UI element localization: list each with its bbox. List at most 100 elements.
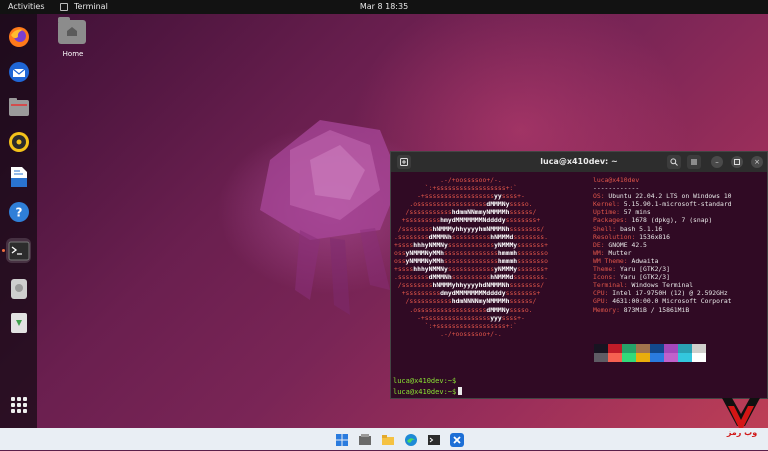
color-swatch xyxy=(650,344,664,353)
info-value: 57 mins xyxy=(619,208,651,217)
search-button[interactable] xyxy=(667,155,681,169)
info-row: OS: Ubuntu 22.04.2 LTS on Windows 10 xyxy=(593,192,732,200)
info-value: Yaru [GTK2/3] xyxy=(616,273,670,282)
info-key: Memory: xyxy=(593,305,620,314)
terminal-window[interactable]: luca@x410dev: ~ – × .-/+oossssoo+/-. `:+… xyxy=(390,151,768,399)
info-key: DE: xyxy=(593,240,605,249)
firefox-icon[interactable] xyxy=(6,24,31,49)
running-indicator xyxy=(2,249,5,252)
dock: ? xyxy=(0,14,37,428)
info-value: Yaru [GTK2/3] xyxy=(616,265,670,274)
color-swatch xyxy=(594,353,608,362)
ubuntu-ascii-logo: .-/+oossssoo+/-. `:+ssssssssssssssssss+:… xyxy=(394,176,548,338)
info-row: CPU: Intel i7-9750H (12) @ 2.592GHz xyxy=(593,289,732,297)
logo-line: -+sssssssssssssssssyyyssss+- xyxy=(394,313,525,322)
color-swatch xyxy=(692,353,706,362)
logo-line: .ossssssssssssssssssdMMMNysssso. xyxy=(394,200,533,209)
color-swatch xyxy=(692,344,706,353)
logo-line: ossyNMMMNyMMhsssssssssssssshmmmhssssssso xyxy=(394,256,548,265)
info-key: CPU: xyxy=(593,289,609,298)
home-folder[interactable]: Home xyxy=(58,17,88,62)
windows-start-icon[interactable] xyxy=(335,432,349,446)
logo-line: `:+ssssssssssssssssss+:` xyxy=(394,321,518,330)
svg-text:?: ? xyxy=(15,205,22,219)
watermark-text: وب رمز xyxy=(726,428,758,437)
help-icon[interactable]: ? xyxy=(6,199,31,224)
logo-line: +sssssssssdmydMMMMMMMMddddyssssssss+ xyxy=(394,289,541,298)
prompt-line-1: luca@x410dev:~$ xyxy=(393,377,456,385)
logo-line: .-/+oossssoo+/-. xyxy=(394,329,502,338)
explorer-icon[interactable] xyxy=(358,432,372,446)
color-swatch xyxy=(650,353,664,362)
info-row: WM Theme: Adwaita xyxy=(593,257,732,265)
info-value: GNOME 42.5 xyxy=(604,240,647,249)
info-value: Mutter xyxy=(604,248,632,257)
info-value: Adwaita xyxy=(627,256,659,265)
folder-icon[interactable] xyxy=(381,432,395,446)
color-swatch xyxy=(608,353,622,362)
swatch-row xyxy=(594,344,706,353)
logo-line: ossyNMMMNyMMhsssssssssssssshmmmhssssssso xyxy=(394,248,548,257)
info-value: Windows Terminal xyxy=(627,281,694,290)
clock[interactable]: Mar 8 18:35 xyxy=(0,2,768,11)
rhythmbox-icon[interactable] xyxy=(6,129,31,154)
info-value: Ubuntu 22.04.2 LTS on Windows 10 xyxy=(604,192,732,201)
terminal-icon[interactable] xyxy=(427,432,441,446)
terminal-titlebar[interactable]: luca@x410dev: ~ – × xyxy=(391,152,767,172)
info-value: 1536x816 xyxy=(635,232,670,241)
logo-line: /ssssssssssshdmmNNmmyNMMMMhssssss/ xyxy=(394,208,537,217)
close-button[interactable]: × xyxy=(751,156,763,168)
search-icon xyxy=(670,158,678,166)
logo-line: .-/+oossssoo+/-. xyxy=(394,176,502,184)
logo-line: /sssssssshNMMMyhhyyyyhmNMMMNhssssssss/ xyxy=(394,224,545,233)
prompt-text: luca@x410dev:~$ xyxy=(393,377,457,385)
info-row: Shell: bash 5.1.16 xyxy=(593,225,732,233)
logo-line: +ssssssssshmydMMMMMMMNddddyssssssss+ xyxy=(394,216,541,225)
hamburger-icon xyxy=(691,159,697,165)
prompt-text: luca@x410dev:~$ xyxy=(393,388,457,396)
info-value: bash 5.1.16 xyxy=(616,224,663,233)
disk-icon[interactable] xyxy=(6,276,31,301)
windows-taskbar xyxy=(0,428,768,450)
info-row: Terminal: Windows Terminal xyxy=(593,281,732,289)
info-key: WM: xyxy=(593,248,605,257)
color-swatch xyxy=(636,344,650,353)
trash-icon[interactable] xyxy=(6,310,31,335)
files-icon[interactable] xyxy=(6,94,31,119)
terminal-output[interactable]: .-/+oossssoo+/-. `:+ssssssssssssssssss+:… xyxy=(391,172,767,398)
writer-icon[interactable] xyxy=(6,164,31,189)
info-value: 873MiB / 15861MiB xyxy=(619,305,690,314)
info-key: Shell: xyxy=(593,224,617,233)
menu-button[interactable] xyxy=(687,155,701,169)
info-key: Terminal: xyxy=(593,281,628,290)
info-header: luca@x410dev xyxy=(593,176,640,184)
info-row: Theme: Yaru [GTK2/3] xyxy=(593,265,732,273)
text-cursor xyxy=(458,387,463,395)
edge-icon[interactable] xyxy=(404,432,418,446)
logo-line: +sssshhhyNMMNyssssssssssssyNMMMysssssss+ xyxy=(394,240,548,249)
info-key: Uptime: xyxy=(593,208,620,217)
info-key: GPU: xyxy=(593,297,609,306)
maximize-button[interactable] xyxy=(731,156,743,168)
color-swatches xyxy=(594,344,706,362)
minimize-button[interactable]: – xyxy=(711,156,723,168)
info-separator: ------------ xyxy=(593,184,640,193)
color-swatch xyxy=(622,353,636,362)
color-swatch xyxy=(678,344,692,353)
prompt-line-2[interactable]: luca@x410dev:~$ xyxy=(393,387,463,396)
thunderbird-icon[interactable] xyxy=(6,59,31,84)
app-grid-icon[interactable] xyxy=(6,392,31,417)
info-row: Uptime: 57 mins xyxy=(593,208,732,216)
logo-line: `:+ssssssssssssssssss+:` xyxy=(394,184,518,193)
info-row: WM: Mutter xyxy=(593,249,732,257)
info-key: Icons: xyxy=(593,273,617,282)
info-row: Packages: 1678 (dpkg), 7 (snap) xyxy=(593,216,732,224)
x410-icon[interactable] xyxy=(450,432,464,447)
color-swatch xyxy=(678,353,692,362)
info-row: GPU: 4631:00:00.0 Microsoft Corporat xyxy=(593,297,732,305)
terminal-icon[interactable] xyxy=(6,238,31,263)
color-swatch xyxy=(636,353,650,362)
home-folder-icon xyxy=(58,17,86,44)
info-row: Kernel: 5.15.90.1-microsoft-standard xyxy=(593,200,732,208)
color-swatch xyxy=(664,344,678,353)
